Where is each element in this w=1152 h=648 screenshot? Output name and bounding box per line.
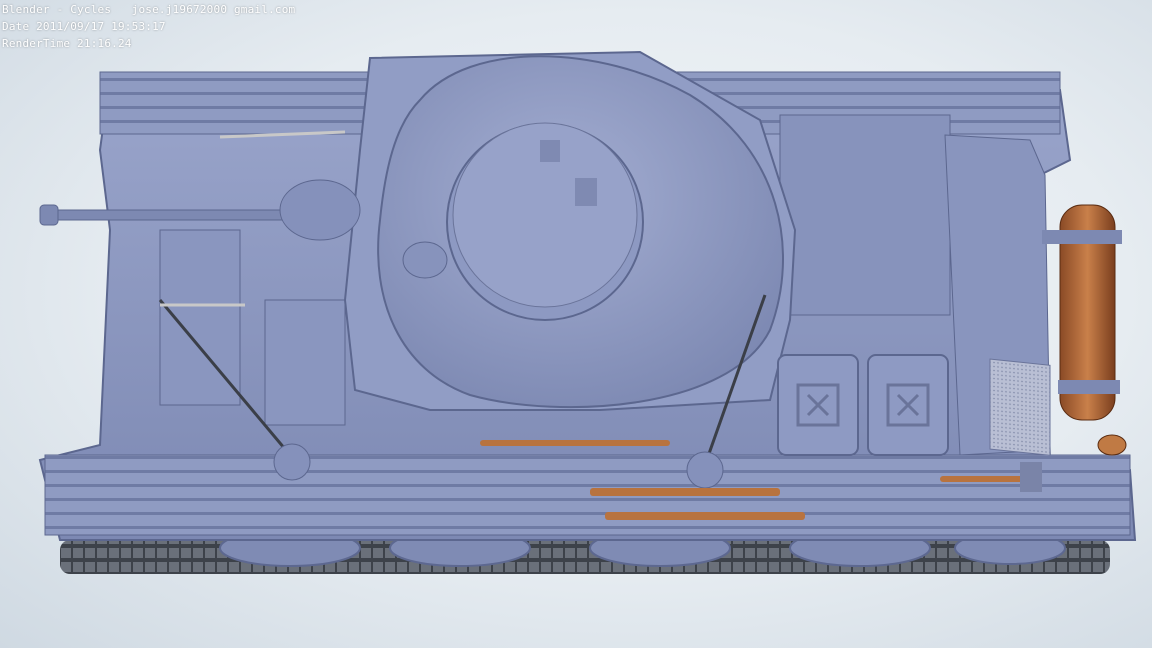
antenna-base-left	[273, 443, 311, 481]
render-info-overlay: Blender - Cycles jose.j19672000 gmail.co…	[2, 1, 295, 52]
cupola-latch	[575, 178, 597, 206]
gun-mantlet	[279, 179, 361, 241]
render-scene	[38, 50, 1137, 574]
periscope	[402, 241, 448, 279]
rear-grille	[989, 358, 1051, 456]
engine-deck	[779, 114, 951, 316]
exhaust-muffler	[1042, 204, 1127, 456]
render-engine-label: Blender - Cycles jose.j19672000 gmail.co…	[2, 3, 296, 16]
render-date-label: Date 2011/09/17 19:53:17	[2, 20, 166, 33]
render-time-label: RenderTime 21:16.24	[2, 37, 132, 50]
lower-fender	[44, 454, 1131, 536]
bottom-track	[60, 540, 1110, 574]
antenna-base-right	[686, 451, 724, 489]
cupola-hinge	[540, 140, 560, 162]
radio-hatch	[264, 299, 346, 426]
